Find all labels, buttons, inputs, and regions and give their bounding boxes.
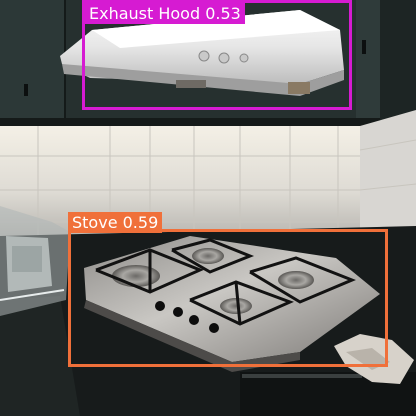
detection-label-exhaust-hood: Exhaust Hood 0.53	[85, 3, 245, 24]
detection-label-stove: Stove 0.59	[68, 212, 163, 233]
detection-box-exhaust-hood: Exhaust Hood 0.53	[82, 0, 352, 110]
kitchen-photo: Exhaust Hood 0.53 Stove 0.59	[0, 0, 416, 416]
tiled-backsplash	[0, 126, 416, 236]
detection-box-stove: Stove 0.59	[68, 212, 388, 367]
